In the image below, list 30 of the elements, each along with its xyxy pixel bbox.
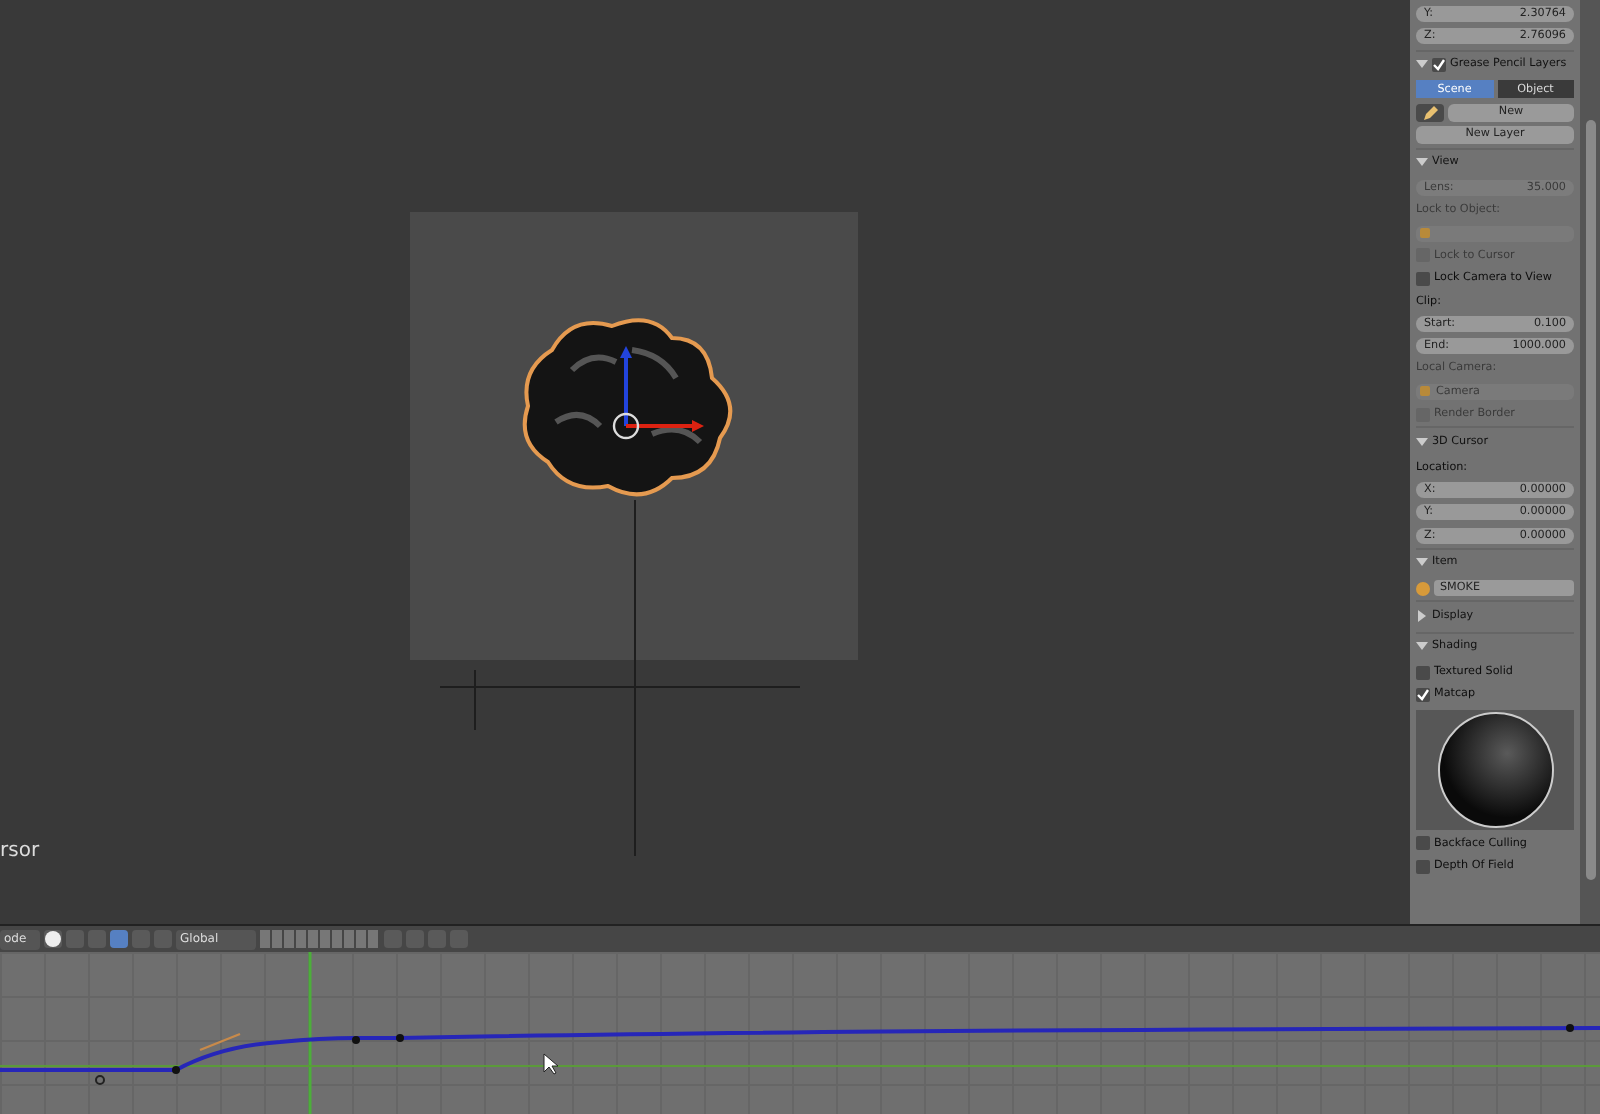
checkbox[interactable]: [1416, 836, 1430, 851]
matcap-preview[interactable]: [1416, 709, 1574, 830]
scrollbar[interactable]: [1580, 0, 1600, 924]
3d-viewport[interactable]: rsor: [0, 0, 1410, 924]
layer-grid[interactable]: [260, 930, 380, 948]
f-curve[interactable]: [0, 1026, 1600, 1072]
current-frame-line[interactable]: [308, 952, 312, 1114]
handle-point[interactable]: [95, 1075, 105, 1085]
expanded-triangle-icon[interactable]: [1416, 435, 1428, 448]
object-icon: [1416, 581, 1430, 596]
shading-icon[interactable]: [44, 930, 62, 948]
checkbox[interactable]: [1416, 859, 1430, 874]
handle-line[interactable]: [199, 1032, 241, 1052]
mouse-cursor-icon: [543, 1053, 559, 1075]
sphere-icon: [1437, 711, 1553, 828]
keyframe[interactable]: [172, 1066, 180, 1074]
collapsed-triangle-icon[interactable]: [1416, 609, 1428, 622]
checkbox[interactable]: [1432, 57, 1446, 72]
keyframe[interactable]: [352, 1036, 360, 1044]
viewport-label: rsor: [0, 840, 40, 862]
checkbox[interactable]: [1416, 665, 1430, 680]
expanded-triangle-icon[interactable]: [1416, 640, 1428, 653]
checkbox[interactable]: [1416, 271, 1430, 286]
expanded-triangle-icon[interactable]: [1416, 556, 1428, 569]
expanded-triangle-icon[interactable]: [1416, 156, 1428, 169]
pencil-icon[interactable]: [1416, 103, 1444, 122]
keyframe[interactable]: [396, 1034, 404, 1042]
keyframe[interactable]: [1566, 1024, 1574, 1032]
expanded-triangle-icon[interactable]: [1416, 58, 1428, 71]
checkbox[interactable]: [1416, 687, 1430, 702]
